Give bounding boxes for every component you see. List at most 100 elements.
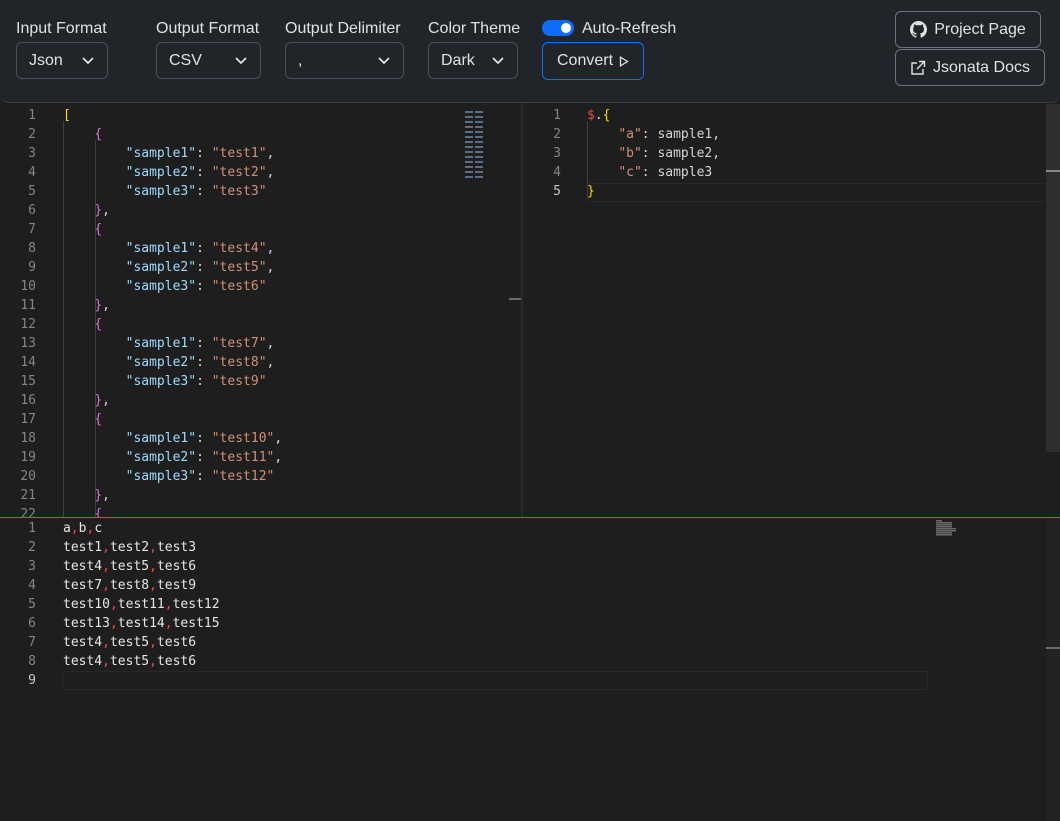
toolbar: Input Format Json Output Format CSV Outp… (0, 0, 1060, 103)
code-line[interactable]: 10 "sample3": "test6" (0, 277, 500, 296)
scrollbar-thumb[interactable] (1046, 170, 1060, 172)
line-number: 1 (28, 108, 36, 123)
code-text: test7,test8,test9 (63, 578, 197, 593)
code-text: }, (94, 488, 110, 503)
output-format-select[interactable]: CSV (156, 42, 261, 79)
chevron-down-icon (378, 57, 390, 65)
code-line[interactable]: 4 test7,test8,test9 (0, 576, 930, 595)
code-line[interactable]: 18 "sample1": "test10", (0, 429, 500, 448)
scrollbar-thumb[interactable] (1046, 647, 1060, 649)
code-line[interactable]: 1 a,b,c (0, 519, 930, 538)
line-number: 22 (20, 507, 36, 517)
code-text: "sample1": "test10", (125, 431, 283, 446)
code-line[interactable]: 9 "sample2": "test5", (0, 258, 500, 277)
code-line[interactable]: 22 { (0, 505, 500, 517)
code-line[interactable]: 15 "sample3": "test9" (0, 372, 500, 391)
scrollbar-thumb[interactable] (509, 298, 521, 300)
line-number: 8 (28, 654, 36, 669)
line-number: 3 (28, 146, 36, 161)
play-icon (619, 55, 629, 67)
code-line[interactable]: 8 "sample1": "test4", (0, 239, 500, 258)
code-line[interactable]: 14 "sample2": "test8", (0, 353, 500, 372)
line-number: 15 (20, 374, 36, 389)
auto-refresh-toggle[interactable] (542, 20, 574, 36)
code-line[interactable]: 9 (0, 671, 930, 690)
code-line[interactable]: 7 test4,test5,test6 (0, 633, 930, 652)
code-text: test1,test2,test3 (63, 540, 197, 555)
line-number: 8 (28, 241, 36, 256)
code-line[interactable]: 21 }, (0, 486, 500, 505)
code-line[interactable]: 6 }, (0, 201, 500, 220)
code-line[interactable]: 5 test10,test11,test12 (0, 595, 930, 614)
code-text: test4,test5,test6 (63, 559, 197, 574)
jsonata-docs-button[interactable]: Jsonata Docs (895, 49, 1045, 86)
code-text: "sample3": "test3" (125, 184, 267, 199)
code-line[interactable]: 19 "sample2": "test11", (0, 448, 500, 467)
code-text: test4,test5,test6 (63, 635, 197, 650)
input-format-select[interactable]: Json (16, 42, 108, 79)
code-line[interactable]: 2 "a": sample1, (523, 125, 1043, 144)
code-line[interactable]: 3 "sample1": "test1", (0, 144, 500, 163)
code-line[interactable]: 5} (523, 182, 1043, 201)
line-number: 3 (553, 146, 561, 161)
code-text: "sample3": "test6" (125, 279, 267, 294)
line-number: 1 (28, 521, 36, 536)
line-number: 12 (20, 317, 36, 332)
code-line[interactable]: 2 { (0, 125, 500, 144)
output-delimiter-select[interactable]: , (285, 42, 404, 79)
code-text: [ (63, 108, 71, 123)
output-delimiter-label: Output Delimiter (285, 20, 401, 37)
convert-label: Convert (556, 52, 614, 69)
line-number: 1 (553, 108, 561, 123)
line-number: 2 (553, 127, 561, 142)
input-editor[interactable]: 1[2 {3 "sample1": "test1", 4 "sample2": "… (0, 104, 521, 517)
code-text: "sample2": "test8", (125, 355, 275, 370)
code-line[interactable]: 3 "b": sample2, (523, 144, 1043, 163)
code-line[interactable]: 13 "sample1": "test7", (0, 334, 500, 353)
output-editor[interactable]: 1 a,b,c 2 test1,test2,test3 3 test4,test5,tes… (0, 518, 1060, 821)
code-line[interactable]: 6 test13,test14,test15 (0, 614, 930, 633)
code-line[interactable]: 3 test4,test5,test6 (0, 557, 930, 576)
code-line[interactable]: 7 { (0, 220, 500, 239)
code-line[interactable]: 8 test4,test5,test6 (0, 652, 930, 671)
line-number: 20 (20, 469, 36, 484)
line-number: 5 (28, 597, 36, 612)
line-number: 5 (28, 184, 36, 199)
auto-refresh-label: Auto-Refresh (582, 20, 677, 37)
code-line[interactable]: 20 "sample3": "test12" (0, 467, 500, 486)
code-line[interactable]: 11 }, (0, 296, 500, 315)
code-text: $.{ (587, 108, 611, 123)
chevron-down-icon (235, 57, 247, 65)
project-page-button[interactable]: Project Page (895, 11, 1041, 48)
line-number: 16 (20, 393, 36, 408)
vertical-scrollbar[interactable] (1046, 104, 1060, 452)
code-line[interactable]: 1 $.{ (523, 106, 1043, 125)
project-page-label: Project Page (934, 20, 1026, 38)
code-text: { (94, 127, 103, 142)
code-line[interactable]: 4 "sample2": "test2", (0, 163, 500, 182)
code-text: "b": sample2, (618, 146, 721, 161)
color-theme-select[interactable]: Dark (428, 42, 518, 79)
chevron-down-icon (492, 57, 504, 65)
code-text: "sample1": "test1", (125, 146, 275, 161)
code-line[interactable]: 17 { (0, 410, 500, 429)
vertical-scrollbar[interactable] (1046, 518, 1060, 821)
code-text: }, (94, 203, 110, 218)
output-format-value: CSV (169, 51, 202, 69)
code-line[interactable]: 5 "sample3": "test3" (0, 182, 500, 201)
code-text: { (94, 507, 103, 517)
code-line[interactable]: 16 }, (0, 391, 500, 410)
color-theme-label: Color Theme (428, 20, 521, 37)
code-line[interactable]: 12 { (0, 315, 500, 334)
input-format-value: Json (29, 51, 63, 69)
expression-editor[interactable]: 1 $.{2 "a": sample1, 3 "b": sample2, 4 "c":… (523, 104, 1060, 517)
code-line[interactable]: 2 test1,test2,test3 (0, 538, 930, 557)
code-text: { (94, 412, 103, 427)
color-theme-value: Dark (441, 51, 475, 69)
chevron-down-icon (82, 57, 94, 65)
code-line[interactable]: 1[ (0, 106, 500, 125)
code-line[interactable]: 4 "c": sample3 (523, 163, 1043, 182)
code-text: }, (94, 393, 110, 408)
code-text: "a": sample1, (618, 127, 721, 142)
convert-button[interactable]: Convert (542, 42, 644, 80)
